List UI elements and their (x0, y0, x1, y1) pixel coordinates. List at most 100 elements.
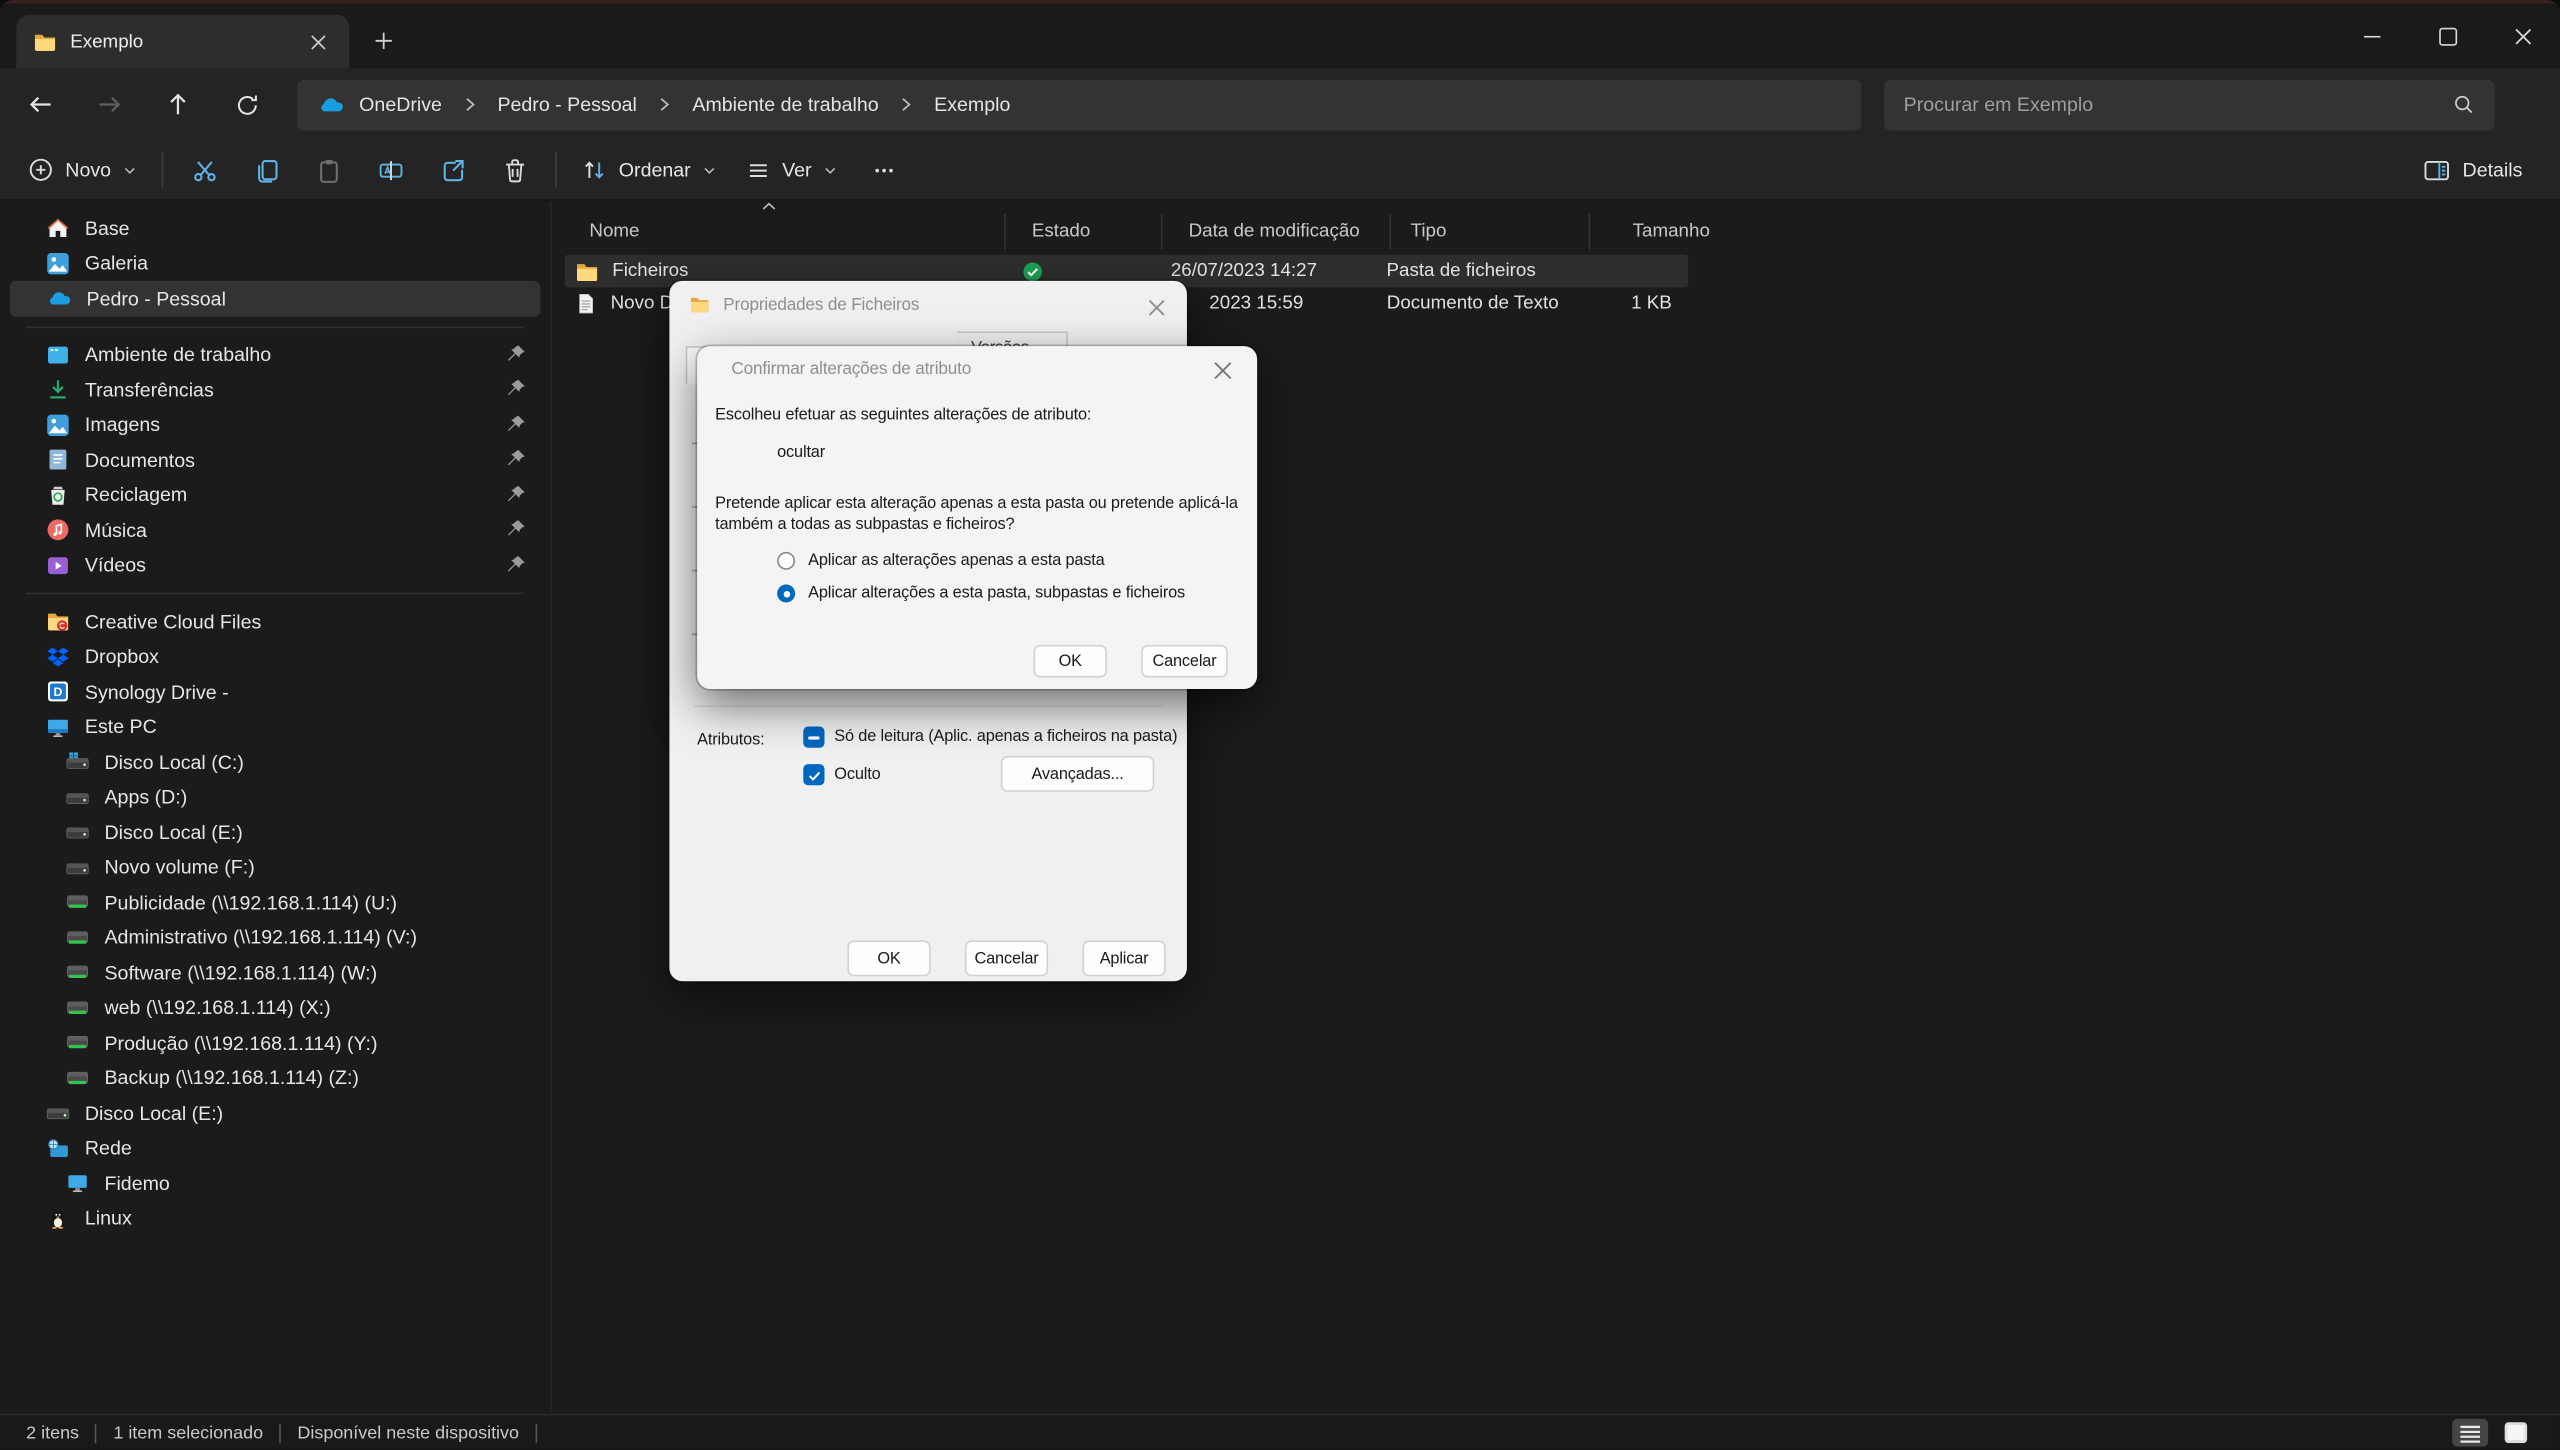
advanced-button[interactable]: Avançadas... (1001, 756, 1154, 792)
breadcrumb-item-pessoal[interactable]: Pedro - Pessoal (497, 93, 636, 116)
selection-count: 1 item selecionado (113, 1423, 263, 1443)
forward-button[interactable] (82, 80, 138, 129)
maximize-button[interactable] (2410, 3, 2485, 68)
pin-icon[interactable] (504, 553, 527, 576)
explorer-tab[interactable]: Exemplo (16, 15, 349, 69)
delete-button[interactable] (483, 147, 545, 193)
up-button[interactable] (150, 80, 206, 129)
sidebar-item-drive-w[interactable]: Software (\\192.168.1.114) (W:) (10, 955, 541, 990)
back-button[interactable] (13, 80, 69, 129)
sidebar-item-dropbox[interactable]: Dropbox (10, 639, 541, 674)
pin-icon[interactable] (504, 447, 527, 470)
search-box[interactable]: Procurar em Exemplo (1884, 79, 2495, 130)
sidebar-item-fidemo[interactable]: Fidemo (10, 1166, 541, 1201)
sidebar-item-drive-x[interactable]: web (\\192.168.1.114) (X:) (10, 990, 541, 1025)
close-icon[interactable] (1141, 292, 1170, 321)
sidebar-item-drive-z[interactable]: Backup (\\192.168.1.114) (Z:) (10, 1060, 541, 1095)
readonly-checkbox-indeterminate[interactable] (803, 727, 824, 748)
refresh-button[interactable] (219, 80, 275, 129)
cut-button[interactable] (173, 147, 235, 193)
sidebar-item-local-disk-e[interactable]: Disco Local (E:) (10, 1096, 541, 1131)
attribute-change-value: ocultar (777, 444, 825, 462)
sidebar-separator (26, 593, 524, 595)
sidebar-item-label: Publicidade (\\192.168.1.114) (U:) (104, 891, 397, 914)
sidebar-item-gallery[interactable]: Galeria (10, 246, 541, 281)
sidebar-item-drive-y[interactable]: Produção (\\192.168.1.114) (Y:) (10, 1025, 541, 1060)
sidebar-item-synology-drive[interactable]: D Synology Drive - (10, 674, 541, 709)
sidebar-item-creative-cloud[interactable]: Creative Cloud Files (10, 604, 541, 639)
column-header-name[interactable]: Nome (565, 214, 1006, 250)
column-header-status[interactable]: Estado (1006, 214, 1163, 250)
pin-icon[interactable] (504, 342, 527, 365)
rename-button[interactable] (359, 147, 421, 193)
sidebar-item-label: Disco Local (E:) (104, 821, 242, 844)
column-header-type[interactable]: Tipo (1391, 214, 1590, 250)
large-icons-view-toggle[interactable] (2498, 1419, 2534, 1447)
sidebar-item-drive-d[interactable]: Apps (D:) (10, 780, 541, 815)
radio-folder-only-label[interactable]: Aplicar as alterações apenas a esta past… (808, 552, 1104, 570)
column-header-size[interactable]: Tamanho (1590, 214, 1721, 250)
share-button[interactable] (421, 147, 483, 193)
confirm-question-text: Pretende aplicar esta alteração apenas a… (715, 495, 1249, 536)
sidebar-item-desktop[interactable]: Ambiente de trabalho (10, 337, 541, 372)
sidebar-item-drive-u[interactable]: Publicidade (\\192.168.1.114) (U:) (10, 885, 541, 920)
hidden-checkbox-row: Oculto (803, 764, 880, 785)
details-view-toggle[interactable] (2452, 1419, 2488, 1447)
sidebar-item-downloads[interactable]: Transferências (10, 372, 541, 407)
more-options-button[interactable] (852, 147, 914, 193)
radio-recursive-selected[interactable] (777, 584, 795, 602)
sidebar-item-pictures[interactable]: Imagens (10, 407, 541, 442)
drive-icon (65, 855, 89, 879)
apply-button[interactable]: Aplicar (1082, 940, 1165, 976)
copy-button[interactable] (235, 147, 297, 193)
column-header-modified[interactable]: Data de modificação (1162, 214, 1391, 250)
sidebar-item-this-pc[interactable]: Este PC (10, 709, 541, 744)
ok-button[interactable]: OK (847, 940, 930, 976)
creative-cloud-folder-icon (46, 609, 70, 633)
sidebar-item-documents[interactable]: Documentos (10, 442, 541, 477)
cancel-button[interactable]: Cancelar (965, 940, 1048, 976)
drive-icon (46, 1101, 70, 1125)
onedrive-cloud-icon (317, 91, 345, 119)
cancel-button[interactable]: Cancelar (1141, 645, 1228, 678)
chevron-down-icon (122, 162, 137, 177)
sidebar-item-drive-e[interactable]: Disco Local (E:) (10, 815, 541, 850)
tab-close-icon[interactable] (304, 27, 333, 56)
pin-icon[interactable] (504, 518, 527, 541)
close-icon[interactable] (1208, 356, 1237, 385)
view-button[interactable]: Ver (732, 147, 853, 193)
address-bar[interactable]: OneDrive Pedro - Pessoal Ambiente de tra… (297, 79, 1861, 130)
minimize-button[interactable] (2335, 3, 2410, 68)
ok-button[interactable]: OK (1033, 645, 1106, 678)
pin-icon[interactable] (504, 412, 527, 435)
navigation-pane: Base Galeria Pedro - Pessoal Ambiente de… (0, 201, 550, 1414)
sidebar-item-onedrive-pessoal[interactable]: Pedro - Pessoal (10, 281, 541, 316)
breadcrumb-item-desktop[interactable]: Ambiente de trabalho (692, 93, 878, 116)
pin-icon[interactable] (504, 377, 527, 400)
paste-button[interactable] (297, 147, 359, 193)
sidebar-item-network[interactable]: Rede (10, 1131, 541, 1166)
sidebar-item-linux[interactable]: Linux (10, 1201, 541, 1236)
sidebar-item-home[interactable]: Base (10, 211, 541, 246)
sort-button[interactable]: Ordenar (567, 147, 732, 193)
breadcrumb-item-onedrive[interactable]: OneDrive (359, 93, 442, 116)
pin-icon[interactable] (504, 482, 527, 505)
details-pane-button[interactable]: Details (2409, 147, 2537, 193)
close-button[interactable] (2485, 3, 2560, 68)
radio-recursive-label[interactable]: Aplicar alterações a esta pasta, subpast… (808, 584, 1185, 602)
sidebar-item-drive-v[interactable]: Administrativo (\\192.168.1.114) (V:) (10, 920, 541, 955)
sidebar-item-videos[interactable]: Vídeos (10, 548, 541, 583)
hidden-checkbox-checked[interactable] (803, 764, 824, 785)
sidebar-item-drive-c[interactable]: Disco Local (C:) (10, 744, 541, 779)
file-modified: 26/07/2023 14:27 (1145, 261, 1367, 281)
folder-icon (575, 259, 599, 283)
radio-folder-only-unselected[interactable] (777, 552, 795, 570)
sidebar-item-music[interactable]: Música (10, 513, 541, 548)
sidebar-item-label: Base (85, 217, 130, 240)
sidebar-item-label: Creative Cloud Files (85, 610, 261, 633)
sidebar-item-drive-f[interactable]: Novo volume (F:) (10, 850, 541, 885)
new-button[interactable]: Novo (13, 147, 152, 193)
new-tab-button[interactable] (369, 26, 398, 55)
sidebar-item-recycle-bin[interactable]: Reciclagem (10, 478, 541, 513)
breadcrumb-item-exemplo[interactable]: Exemplo (934, 93, 1010, 116)
